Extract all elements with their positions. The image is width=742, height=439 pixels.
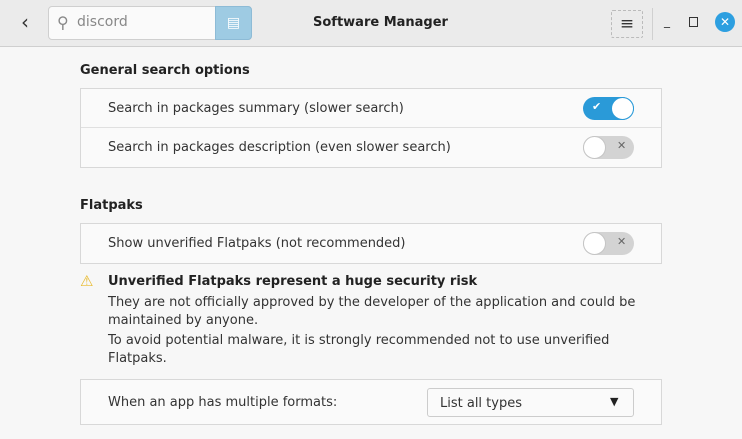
hamburger-icon: ≡ xyxy=(619,14,635,34)
dropdown-arrow-icon: ▼ xyxy=(610,395,619,408)
warning-icon: ⚠ xyxy=(80,272,94,290)
option-label: Search in packages description (even slo… xyxy=(108,140,451,155)
warning-title: Unverified Flatpaks represent a huge sec… xyxy=(108,274,478,289)
option-row: Search in packages summary (slower searc… xyxy=(81,89,661,128)
formats-option: When an app has multiple formats: List a… xyxy=(80,379,662,425)
check-icon: ✔ xyxy=(592,100,602,113)
search-icon: ⚲ xyxy=(57,13,69,32)
warning-text: To avoid potential malware, it is strong… xyxy=(108,333,610,366)
flatpak-options: Show unverified Flatpaks (not recommende… xyxy=(80,223,662,264)
option-label: Show unverified Flatpaks (not recommende… xyxy=(108,236,406,251)
flatpaks-heading: Flatpaks xyxy=(80,198,143,213)
divider xyxy=(652,8,653,40)
formats-label: When an app has multiple formats: xyxy=(108,395,338,410)
window-title: Software Manager xyxy=(313,15,448,30)
option-row: Search in packages description (even slo… xyxy=(81,128,661,167)
formats-dropdown[interactable]: List all types ▼ xyxy=(427,388,634,417)
general-search-options: Search in packages summary (slower searc… xyxy=(80,88,662,168)
search-in-description-button[interactable]: ▤ xyxy=(215,6,252,40)
option-row: Show unverified Flatpaks (not recommende… xyxy=(81,224,661,263)
menu-button[interactable]: ≡ xyxy=(611,10,643,38)
formats-selected: List all types xyxy=(440,396,522,411)
close-button[interactable]: ✕ xyxy=(715,12,735,32)
maximize-button[interactable] xyxy=(689,17,698,27)
back-button[interactable]: ‹ xyxy=(14,10,36,36)
header-bar: ‹ ⚲ ✕ ▤ Software Manager ≡ _ ✕ xyxy=(0,0,742,47)
unverified-flatpaks-toggle[interactable]: ✕ xyxy=(583,232,634,255)
option-label: Search in packages summary (slower searc… xyxy=(108,101,404,116)
minimize-button[interactable]: _ xyxy=(664,14,670,28)
general-search-heading: General search options xyxy=(80,63,250,78)
search-input[interactable] xyxy=(77,14,207,30)
x-icon: ✕ xyxy=(617,235,627,248)
document-search-icon: ▤ xyxy=(226,15,241,31)
description-search-toggle[interactable]: ✕ xyxy=(583,136,634,159)
summary-search-toggle[interactable]: ✔ xyxy=(583,97,634,120)
x-icon: ✕ xyxy=(617,139,627,152)
warning-text: They are not officially approved by the … xyxy=(108,295,636,328)
